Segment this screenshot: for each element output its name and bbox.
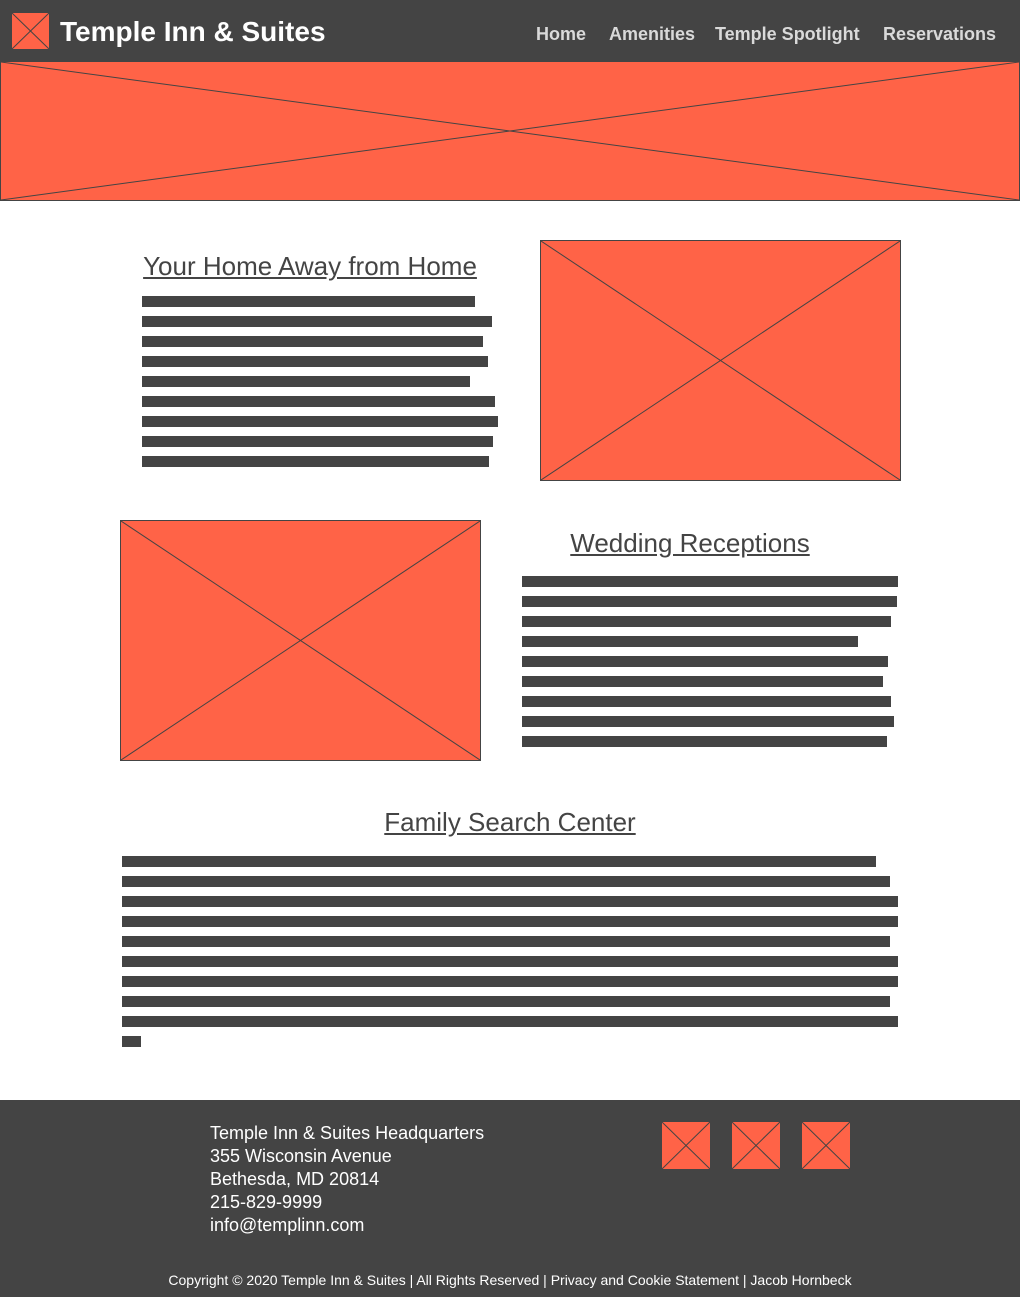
- copyright-text: Copyright © 2020 Temple Inn & Suites | A…: [168, 1272, 852, 1288]
- text-line-placeholder: [142, 356, 488, 367]
- text-line-placeholder: [522, 696, 891, 707]
- text-line-placeholder: [142, 336, 483, 347]
- family-search-heading: Family Search Center: [384, 807, 636, 837]
- text-line-placeholder: [142, 416, 498, 427]
- footer-company-name: Temple Inn & Suites Headquarters: [210, 1123, 485, 1143]
- text-line-placeholder: [142, 316, 492, 327]
- hero-banner-image-placeholder: [0, 61, 1020, 201]
- text-line-placeholder: [142, 456, 489, 467]
- text-line-placeholder: [122, 1036, 141, 1047]
- nav-temple-spotlight[interactable]: Temple Spotlight: [715, 24, 860, 44]
- text-line-placeholder: [522, 596, 897, 607]
- site-footer: [0, 1100, 1020, 1297]
- text-line-placeholder: [522, 656, 888, 667]
- text-line-placeholder: [122, 996, 890, 1007]
- placeholder-cross-icon: [732, 1122, 780, 1169]
- text-line-placeholder: [122, 976, 898, 987]
- text-line-placeholder: [522, 676, 883, 687]
- footer-email[interactable]: info@templinn.com: [210, 1214, 364, 1236]
- nav-home[interactable]: Home: [536, 24, 586, 44]
- text-line-placeholder: [142, 376, 470, 387]
- footer-city-state: Bethesda, MD 20814: [210, 1169, 380, 1189]
- text-line-placeholder: [522, 716, 894, 727]
- text-line-placeholder: [122, 1016, 898, 1027]
- text-line-placeholder: [522, 576, 898, 587]
- site-title[interactable]: Temple Inn & Suites: [60, 15, 326, 49]
- text-line-placeholder: [122, 956, 898, 967]
- home-away-heading: Your Home Away from Home: [143, 251, 477, 281]
- text-line-placeholder: [142, 436, 493, 447]
- logo-image-placeholder-icon[interactable]: [11, 12, 50, 50]
- placeholder-cross-icon: [121, 521, 480, 760]
- text-line-placeholder: [522, 736, 887, 747]
- text-line-placeholder: [122, 916, 898, 927]
- social-link-image-placeholder-icon[interactable]: [801, 1121, 851, 1170]
- social-link-image-placeholder-icon[interactable]: [731, 1121, 781, 1170]
- text-line-placeholder: [122, 936, 890, 947]
- placeholder-cross-icon: [1, 62, 1019, 200]
- placeholder-cross-icon: [802, 1122, 850, 1169]
- text-line-placeholder: [122, 856, 876, 867]
- placeholder-cross-icon: [662, 1122, 710, 1169]
- placeholder-cross-icon: [541, 241, 900, 480]
- text-line-placeholder: [122, 876, 890, 887]
- home-image-placeholder: [540, 240, 901, 481]
- text-line-placeholder: [122, 896, 898, 907]
- placeholder-cross-icon: [12, 13, 49, 49]
- footer-street-address: 355 Wisconsin Avenue: [210, 1146, 392, 1166]
- wedding-receptions-heading: Wedding Receptions: [570, 528, 810, 558]
- text-line-placeholder: [522, 636, 858, 647]
- text-line-placeholder: [142, 396, 495, 407]
- text-line-placeholder: [522, 616, 891, 627]
- wedding-image-placeholder: [120, 520, 481, 761]
- nav-reservations[interactable]: Reservations: [883, 24, 996, 44]
- text-line-placeholder: [142, 296, 475, 307]
- footer-phone[interactable]: 215-829-9999: [210, 1191, 322, 1213]
- nav-amenities[interactable]: Amenities: [609, 24, 695, 44]
- social-link-image-placeholder-icon[interactable]: [661, 1121, 711, 1170]
